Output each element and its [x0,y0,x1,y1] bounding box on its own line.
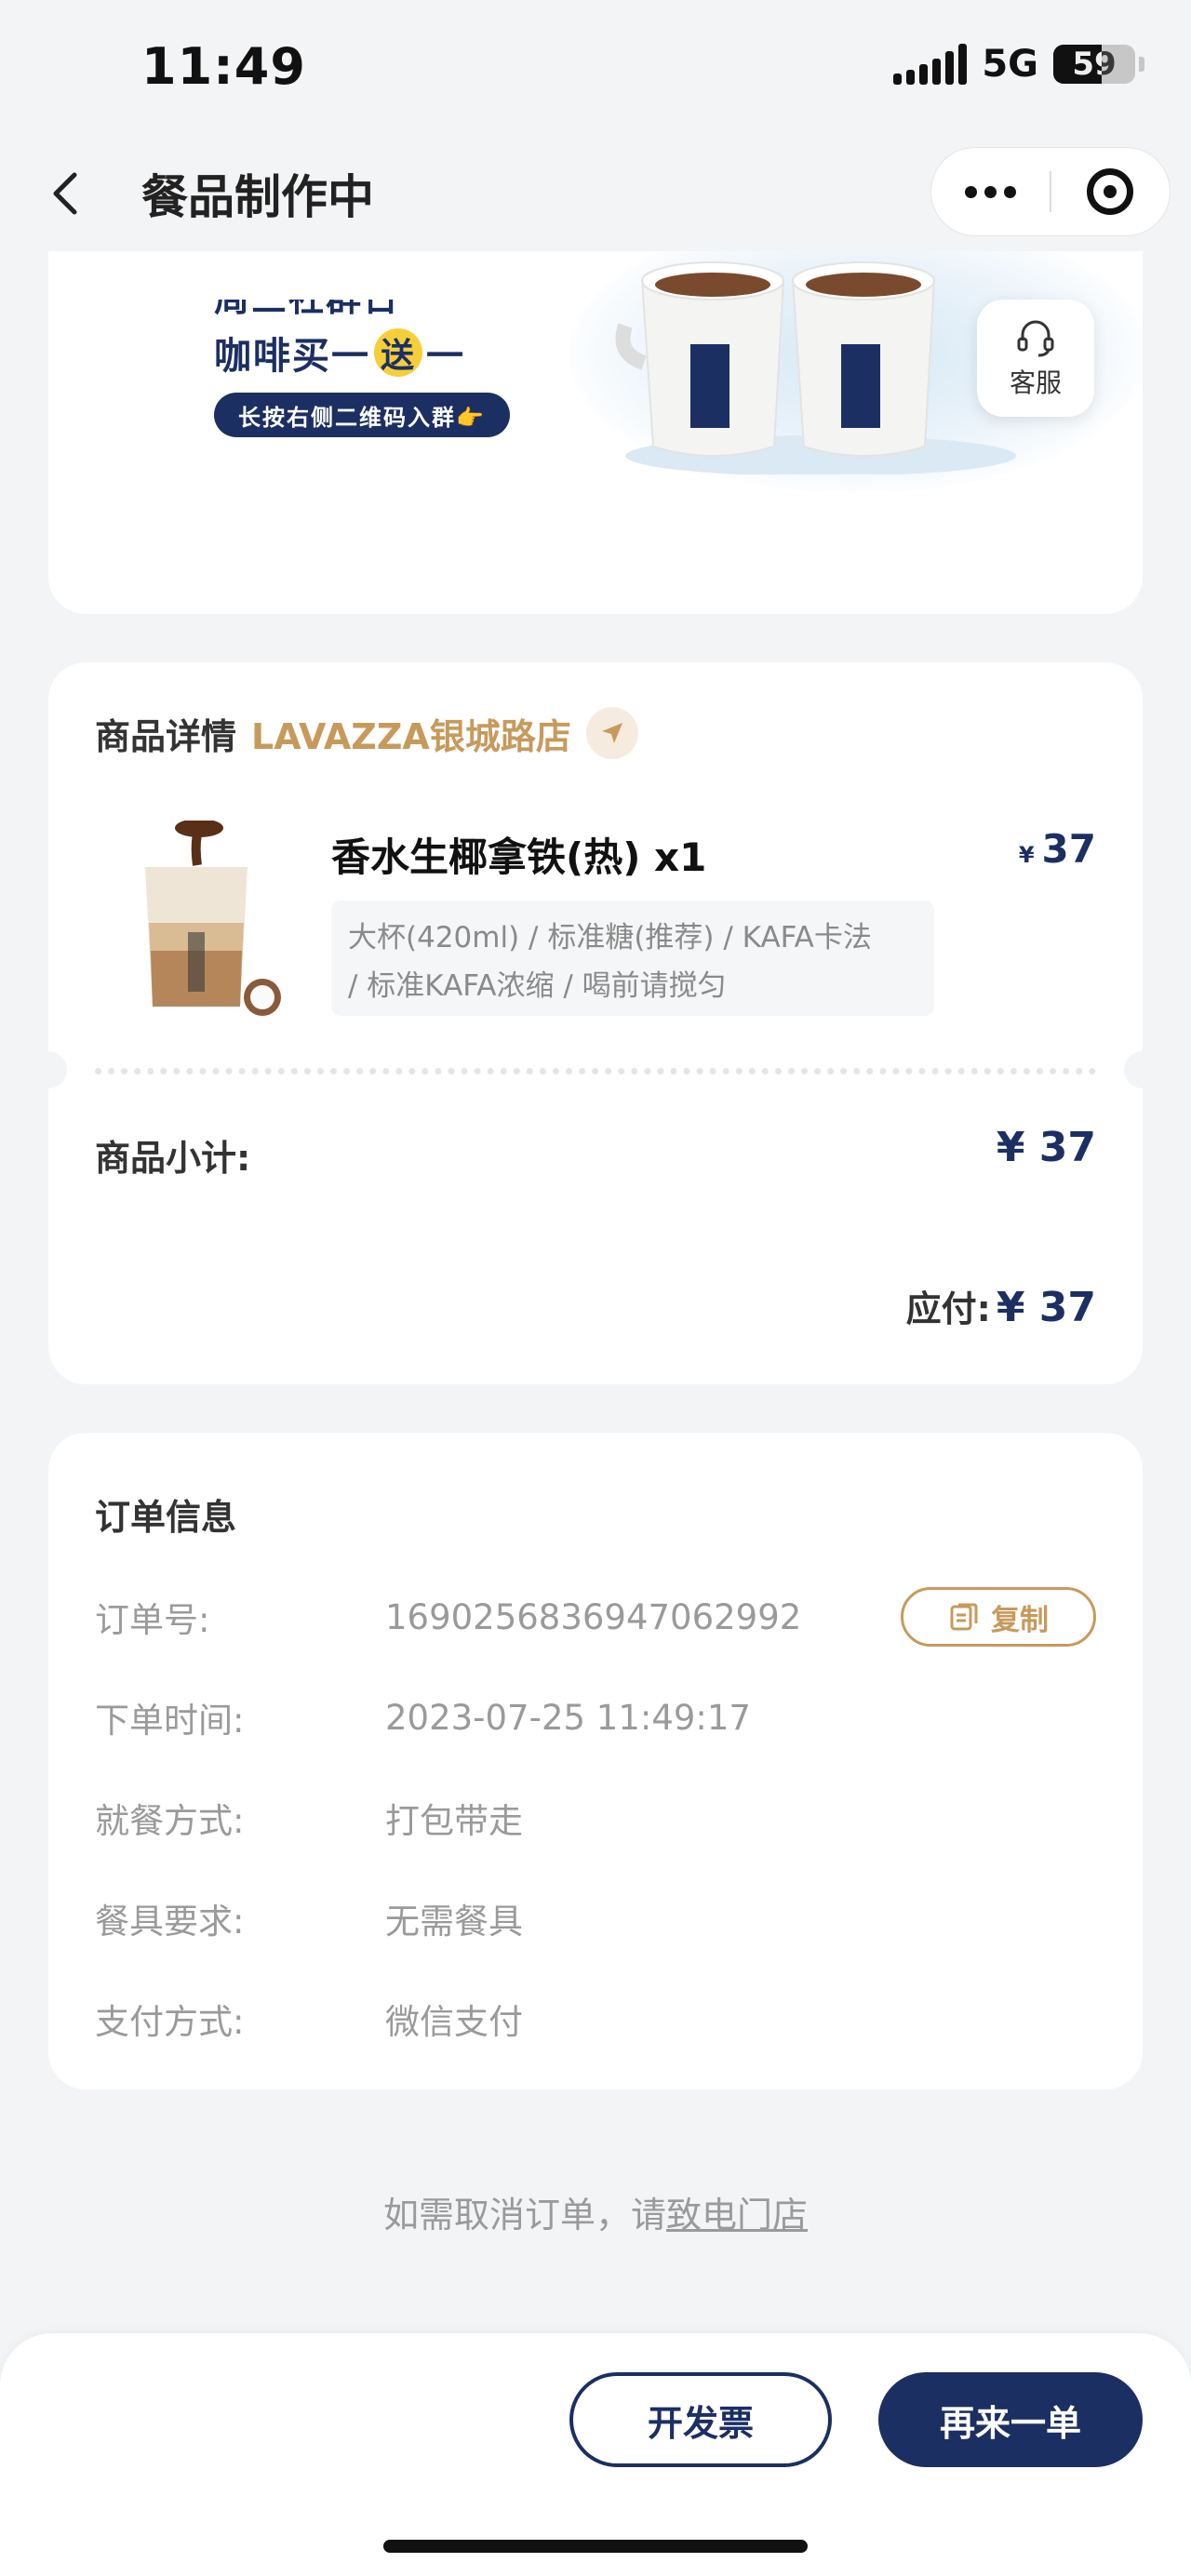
network-label: 5G [982,43,1038,86]
payable-value: ¥ 37 [996,1284,1096,1331]
product-specs: 大杯(420ml) / 标准糖(推荐) / KAFA卡法 / 标准KAFA浓缩 … [331,901,934,1016]
banner-headline: 周三社群日 [214,278,401,319]
subtotal-label: 商品小计: [95,1138,251,1179]
order-number-row: 订单号: 1690256836947062992 复制 [95,1587,1096,1647]
detail-header: 商品详情 LAVAZZA银城路店 [95,707,638,759]
call-store-link[interactable]: 致电门店 [666,2195,808,2236]
back-icon[interactable] [39,166,95,221]
banner-subheadline: 咖啡买一 送 一 [214,326,465,380]
invoice-button[interactable]: 开发票 [569,2372,832,2467]
payment-method-row: 支付方式: 微信支付 [95,1991,1096,2047]
target-icon [1087,168,1134,215]
navigate-button[interactable] [585,707,638,759]
product-specs-line1: 大杯(420ml) / 标准糖(推荐) / KAFA卡法 [348,921,872,954]
order-time-label: 下单时间: [95,1701,245,1741]
customer-service-button[interactable]: 客服 [977,300,1094,417]
product-price: ¥ 37 [1019,826,1096,872]
product-specs-line2: / 标准KAFA浓缩 / 喝前请搅匀 [348,969,727,1003]
status-indicators: 5G 59 [893,43,1144,86]
status-time: 11:49 [141,37,306,96]
copy-label: 复制 [991,1603,1049,1637]
mini-program-capsule [930,147,1171,236]
product-name: 香水生椰拿铁(热) x1 [331,834,707,880]
cutlery-value: 无需餐具 [385,1902,523,1942]
banner-text-a: 咖啡买一 [214,335,370,378]
cancel-note: 如需取消订单，请致电门店 [0,2186,1191,2237]
coffee-cups-illustration [615,261,1016,474]
home-indicator [383,2540,808,2553]
ticket-notch-right [1124,1051,1161,1088]
product-image [145,821,281,1016]
more-icon [965,185,1016,198]
close-button[interactable] [1051,148,1170,235]
headset-icon [1017,320,1054,357]
order-number-label: 订单号: [95,1600,210,1640]
promo-banner-card: 周三社群日 咖啡买一 送 一 长按右侧二维码入群👉 客服 [48,251,1143,614]
product-price-amount: 37 [1041,826,1096,872]
dining-mode-value: 打包带走 [385,1801,523,1841]
order-info-card: 订单信息 订单号: 1690256836947062992 复制 下单时间: 2… [48,1433,1143,2089]
store-name-link[interactable]: LAVAZZA银城路店 [251,708,571,759]
reorder-button[interactable]: 再来一单 [878,2372,1143,2467]
subtotal-value: ¥ 37 [996,1124,1096,1171]
payment-method-value: 微信支付 [385,2002,523,2042]
cutlery-label: 餐具要求: [95,1902,245,1942]
copy-button[interactable]: 复制 [901,1587,1096,1647]
banner-pill: 长按右侧二维码入群👉 [214,393,510,437]
battery-level: 59 [1072,46,1117,83]
order-info-title: 订单信息 [95,1497,237,1538]
payment-method-label: 支付方式: [95,2002,245,2042]
dining-mode-row: 就餐方式: 打包带走 [95,1790,1096,1846]
cutlery-row: 餐具要求: 无需餐具 [95,1890,1096,1946]
customer-service-label: 客服 [1009,367,1062,398]
order-time-row: 下单时间: 2023-07-25 11:49:17 [95,1689,1096,1745]
detail-title: 商品详情 [95,715,237,757]
banner-badge: 送 [374,328,422,377]
location-arrow-icon [601,723,622,743]
currency-symbol: ¥ [1018,842,1035,868]
payable-total: 应付: ¥ 37 [906,1280,1096,1331]
banner-text-b: 一 [426,335,465,378]
product-detail-card: 商品详情 LAVAZZA银城路店 香水生椰拿铁(热) x1 ¥ 37 大杯(42… [30,662,1161,1384]
payable-label: 应付: [905,1288,991,1329]
order-time-value: 2023-07-25 11:49:17 [385,1697,751,1738]
ticket-notch-left [30,1051,67,1088]
more-button[interactable] [931,148,1050,235]
copy-icon [950,1603,978,1631]
dining-mode-label: 就餐方式: [95,1801,245,1841]
status-bar: 11:49 5G 59 [0,0,1191,140]
dotted-divider [95,1068,1096,1074]
signal-icon [893,44,968,85]
page-title: 餐品制作中 [141,170,374,224]
cancel-note-text: 如需取消订单，请 [382,2195,666,2236]
battery-icon: 59 [1053,45,1135,84]
order-number-value: 1690256836947062992 [385,1596,802,1637]
battery-nub [1139,57,1144,72]
